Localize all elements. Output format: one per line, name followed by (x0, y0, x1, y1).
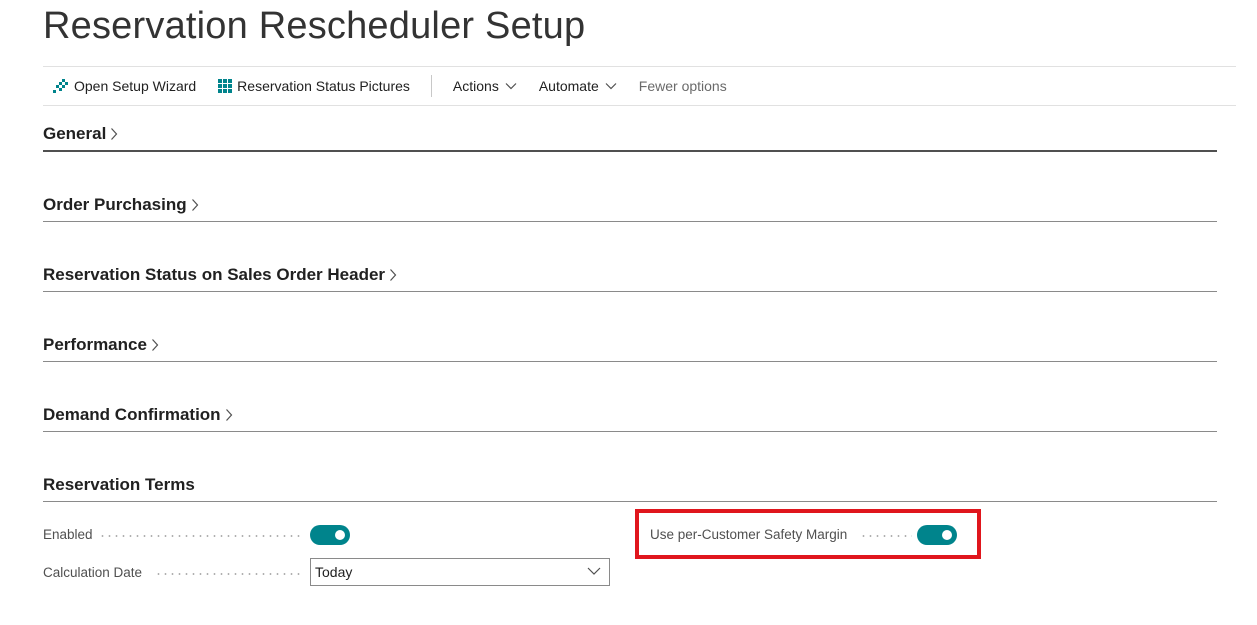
open-setup-wizard-label: Open Setup Wizard (74, 78, 197, 94)
chevron-right-icon (151, 338, 159, 352)
actionbar-bottom-divider (43, 105, 1236, 106)
calculation-date-value: Today (315, 564, 353, 580)
chevron-right-icon (389, 268, 397, 282)
grid-icon (218, 79, 233, 93)
section-status-header: Reservation Status on Sales Order Header (43, 265, 1217, 292)
section-reservation-terms-header[interactable]: Reservation Terms (43, 475, 195, 495)
section-demand-confirmation-title: Demand Confirmation (43, 405, 221, 424)
actions-menu[interactable]: Actions (442, 67, 528, 105)
section-performance: Performance (43, 335, 1217, 362)
toggle-knob (335, 530, 345, 540)
actions-label: Actions (452, 78, 499, 94)
section-demand-confirmation: Demand Confirmation (43, 405, 1217, 432)
section-reservation-terms-title: Reservation Terms (43, 475, 195, 494)
section-general-header[interactable]: General (43, 124, 118, 144)
actionbar-separator (430, 75, 432, 97)
chevron-right-icon (225, 408, 233, 422)
chevron-down-icon (505, 82, 517, 90)
section-reservation-terms: Reservation Terms (43, 475, 1217, 502)
automate-label: Automate (538, 78, 599, 94)
section-demand-confirmation-header[interactable]: Demand Confirmation (43, 405, 233, 425)
calculation-date-label: Calculation Date (43, 565, 143, 580)
chevron-down-icon (587, 566, 601, 576)
section-order-purchasing-header[interactable]: Order Purchasing (43, 195, 199, 215)
highlight-annotation-box (635, 509, 981, 559)
fewer-options-label: Fewer options (638, 78, 727, 94)
section-order-purchasing: Order Purchasing (43, 195, 1217, 222)
chevron-right-icon (191, 198, 199, 212)
action-bar: Open Setup Wizard Reservation Status Pic… (43, 67, 1236, 105)
chevron-down-icon (605, 82, 617, 90)
reservation-status-pictures-label: Reservation Status Pictures (237, 78, 410, 94)
chevron-right-icon (110, 127, 118, 141)
reservation-status-pictures-button[interactable]: Reservation Status Pictures (207, 67, 421, 105)
page-title: Reservation Rescheduler Setup (43, 5, 586, 47)
automate-menu[interactable]: Automate (528, 67, 628, 105)
section-status-header-header[interactable]: Reservation Status on Sales Order Header (43, 265, 397, 285)
section-performance-title: Performance (43, 335, 147, 354)
enabled-leader-dots (99, 535, 304, 537)
enabled-toggle[interactable] (310, 525, 350, 545)
section-general-title: General (43, 124, 107, 143)
section-general: General (43, 124, 1217, 152)
wizard-icon (53, 78, 69, 94)
calculation-date-select[interactable]: Today (310, 558, 610, 586)
open-setup-wizard-button[interactable]: Open Setup Wizard (43, 67, 207, 105)
section-performance-header[interactable]: Performance (43, 335, 159, 355)
section-order-purchasing-title: Order Purchasing (43, 195, 187, 214)
calculation-date-leader-dots (155, 573, 304, 575)
enabled-label: Enabled (43, 527, 93, 542)
fewer-options-button[interactable]: Fewer options (628, 67, 738, 105)
section-status-header-title: Reservation Status on Sales Order Header (43, 265, 386, 284)
